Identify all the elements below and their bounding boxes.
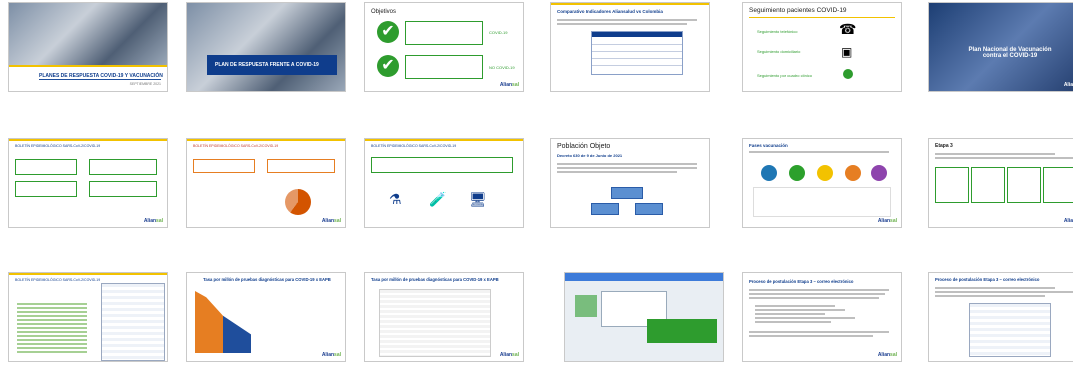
clinic-icon [843, 69, 853, 79]
slide-thumbnail-10[interactable]: Población Objeto Decreto 630 de 9 de Jun… [550, 138, 710, 228]
brand-logo: Aliansal [1063, 218, 1073, 224]
slide-thumbnail-11[interactable]: Fases vacunación Aliansal [742, 138, 902, 228]
slide-thumbnail-2[interactable]: PLAN DE RESPUESTA FRENTE A COVID-19 [186, 2, 346, 92]
slide-title: PLAN DE RESPUESTA FRENTE A COVID-19 [215, 62, 319, 68]
brand-logo: Aliansal [877, 352, 897, 358]
slide-title: Objetivos [371, 9, 397, 15]
slide-thumbnail-6[interactable]: Plan Nacional de Vacunación contra el CO… [928, 2, 1073, 92]
brand-logo: Aliansal [1063, 82, 1073, 88]
brand-logo: Aliansal [143, 218, 163, 224]
lab-flask-icon: ⚗ [389, 191, 402, 207]
bar-chart [195, 291, 335, 353]
slide-subtitle: SEPTIEMBRE 2021 [129, 82, 161, 86]
computer-icon: 🖥 [469, 191, 487, 207]
slide-thumbnail-16[interactable] [564, 272, 724, 362]
objective-box [405, 21, 483, 45]
slide-title: Proceso de postulación Etapa 3 – correo … [935, 277, 1040, 282]
slide-title: Proceso de postulación Etapa 3 – correo … [749, 279, 854, 284]
data-table [379, 289, 491, 357]
slide-thumbnail-12[interactable]: Etapa 3 Aliansal [928, 138, 1073, 228]
brand-logo: Aliansal [877, 218, 897, 224]
brand-logo: Aliansal [499, 82, 519, 88]
slide-thumbnail-15[interactable]: Tasa por millón de pruebas diagnósticas … [364, 272, 524, 362]
slide-subtitle: Decreto 630 de 9 de Junio de 2021 [557, 153, 623, 158]
slide-thumbnail-1[interactable]: PLANES DE RESPUESTA COVID-19 Y VACUNACIÓ… [8, 2, 168, 92]
org-chart [611, 187, 643, 199]
test-tube-icon: 🧪 [429, 191, 447, 207]
slide-thumbnail-8[interactable]: BOLETÍN EPIDEMIOLÓGICO SARS-CoV-2/COVID-… [186, 138, 346, 228]
slide-title: Plan Nacional de Vacunación contra el CO… [968, 47, 1052, 59]
check-icon: ✔ [377, 55, 399, 77]
slide-title: Comparativo Indicadores Aliansalud vs Co… [557, 9, 663, 14]
badge-no-covid: NO COVID-19 [489, 65, 515, 70]
slide-title: BOLETÍN EPIDEMIOLÓGICO SARS-CoV-2/COVID-… [15, 144, 101, 148]
slide-thumbnail-9[interactable]: BOLETÍN EPIDEMIOLÓGICO SARS-CoV-2/COVID-… [364, 138, 524, 228]
check-icon: ✔ [377, 21, 399, 43]
pie-chart [285, 189, 311, 215]
slide-thumbnail-17[interactable]: Proceso de postulación Etapa 3 – correo … [742, 272, 902, 362]
brand-logo: Aliansal [321, 218, 341, 224]
slide-thumbnail-18[interactable]: Proceso de postulación Etapa 3 – correo … [928, 272, 1073, 362]
horizontal-bar-chart [17, 303, 87, 353]
slide-thumbnail-3[interactable]: Objetivos ✔ ✔ COVID-19 NO COVID-19 Alian… [364, 2, 524, 92]
comparison-table [591, 31, 683, 75]
objective-box [405, 55, 483, 79]
slide-title: Tasa por millón de pruebas diagnósticas … [371, 277, 499, 282]
data-table [101, 283, 165, 361]
slide-thumbnail-5[interactable]: Seguimiento pacientes COVID-19 Seguimien… [742, 2, 902, 92]
slide-thumbnail-14[interactable]: Tasa por millón de pruebas diagnósticas … [186, 272, 346, 362]
slide-title: Etapa 3 [935, 143, 953, 149]
badge-covid: COVID-19 [489, 30, 508, 35]
slide-title: Tasa por millón de pruebas diagnósticas … [203, 277, 331, 282]
slide-thumbnail-7[interactable]: BOLETÍN EPIDEMIOLÓGICO SARS-CoV-2/COVID-… [8, 138, 168, 228]
data-table [969, 303, 1051, 357]
slide-title: BOLETÍN EPIDEMIOLÓGICO SARS-CoV-2/COVID-… [15, 278, 101, 282]
brand-logo: Aliansal [321, 352, 341, 358]
slide-title: Población Objeto [557, 143, 611, 150]
photo-meeting [187, 3, 345, 91]
slide-title: BOLETÍN EPIDEMIOLÓGICO SARS-CoV-2/COVID-… [371, 144, 457, 148]
slide-title: BOLETÍN EPIDEMIOLÓGICO SARS-CoV-2/COVID-… [193, 144, 279, 148]
phone-icon: ☎ [839, 21, 857, 37]
slide-thumbnail-4[interactable]: Comparativo Indicadores Aliansalud vs Co… [550, 2, 710, 92]
device-icon: ▣ [841, 45, 853, 59]
slide-title: Seguimiento pacientes COVID-19 [749, 7, 847, 14]
slide-title: Fases vacunación [749, 143, 788, 148]
brand-logo: Aliansal [499, 352, 519, 358]
slide-thumbnail-13[interactable]: BOLETÍN EPIDEMIOLÓGICO SARS-CoV-2/COVID-… [8, 272, 168, 362]
photo-business-people [9, 3, 167, 65]
